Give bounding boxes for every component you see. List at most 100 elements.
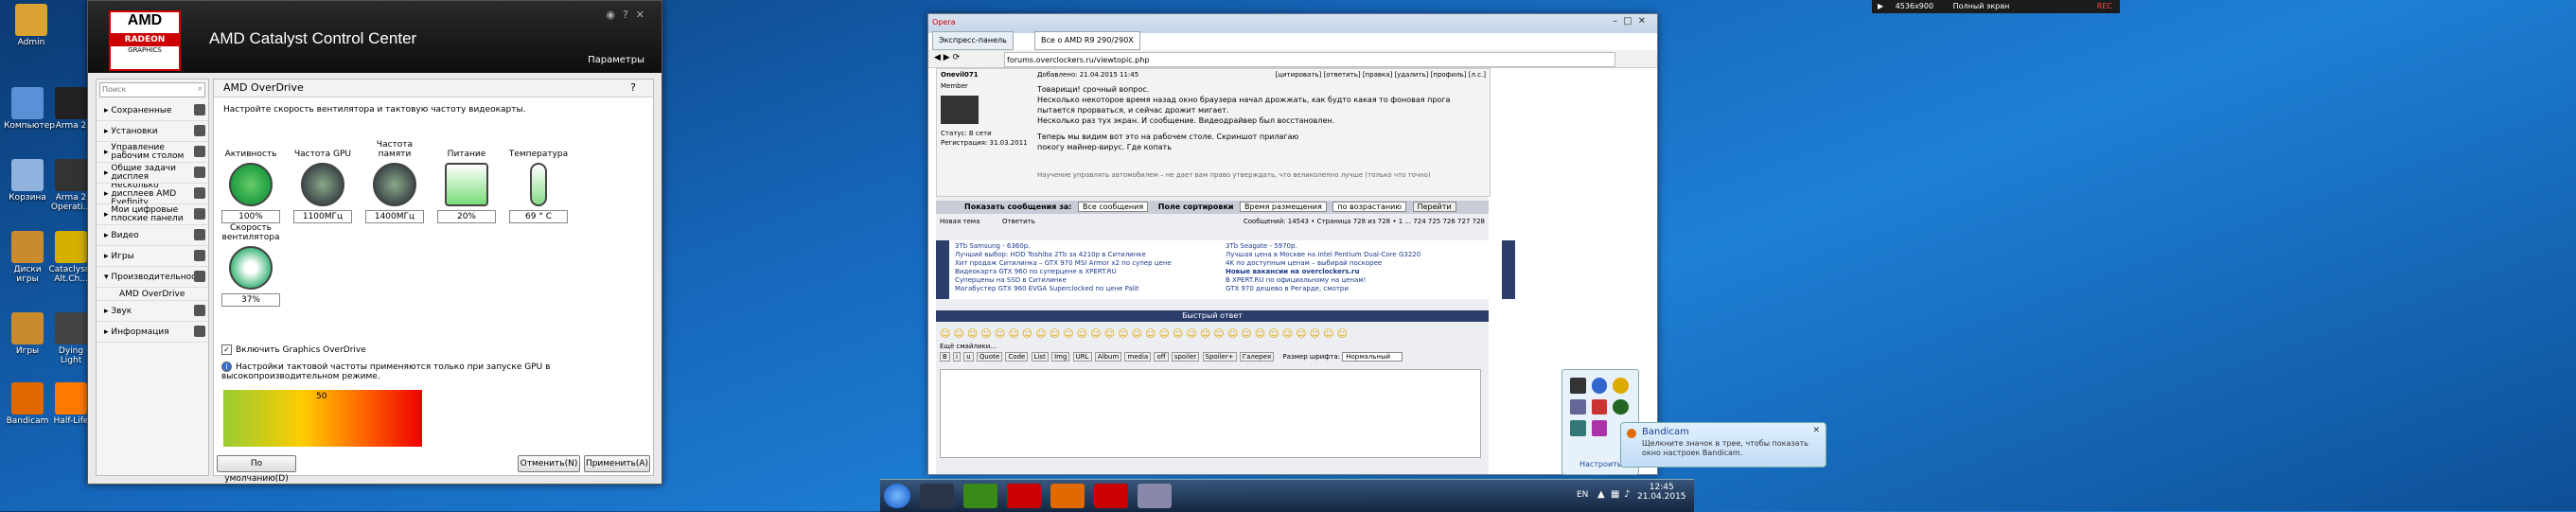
- url-input[interactable]: [1004, 52, 1615, 67]
- spoiler-button[interactable]: spoiler: [1171, 352, 1200, 362]
- desktop-icon-admin[interactable]: Admin: [8, 4, 55, 47]
- rec-button[interactable]: REC: [2097, 0, 2112, 13]
- nav-display-tasks[interactable]: ▸ Общие задачи дисплея: [97, 163, 208, 184]
- album-button[interactable]: Album: [1094, 352, 1122, 362]
- default-button[interactable]: По умолчанию(D): [217, 455, 296, 484]
- tray-app-icon[interactable]: [1591, 420, 1608, 436]
- nav-games[interactable]: ▸ Игры: [97, 246, 208, 267]
- bandicam-icon: [1627, 429, 1636, 438]
- ad-link[interactable]: Видеокарта GTX 960 по суперцене в XPERT.…: [955, 268, 1172, 276]
- apply-button[interactable]: Применить(A): [584, 455, 650, 472]
- nav-info[interactable]: ▸ Информация: [97, 322, 208, 343]
- gallery-button[interactable]: Галерея: [1239, 352, 1275, 362]
- post-author[interactable]: Onevil071: [941, 71, 979, 79]
- ad-link[interactable]: Лучшая цена в Москве на Intel Pentium Du…: [1226, 251, 1420, 259]
- taskbar-amd-icon[interactable]: [1138, 484, 1172, 508]
- off-button[interactable]: off: [1154, 352, 1169, 362]
- ad-link[interactable]: Магабустер GTX 960 EVGA Superclocked по …: [955, 285, 1172, 293]
- more-smileys-link[interactable]: Ещё смайлики...: [940, 343, 997, 350]
- tray-app-icon[interactable]: [1570, 420, 1586, 436]
- search-icon[interactable]: ⌕: [198, 84, 203, 94]
- cancel-button[interactable]: Отменить(N): [518, 455, 580, 472]
- tray-app-icon[interactable]: [1613, 378, 1629, 394]
- nav-saved[interactable]: ▸ Сохраненные: [97, 100, 208, 121]
- url-button[interactable]: URL: [1072, 352, 1092, 362]
- close-icon[interactable]: ✕: [1812, 426, 1820, 435]
- nav-flat-panels[interactable]: ▸ Мои цифровые плоские панели: [97, 204, 208, 225]
- ad-link[interactable]: Суперцены на SSD в Ситилинке: [955, 276, 1172, 285]
- bandicam-bar[interactable]: ▶ 4536x900 Полный экран REC: [1872, 0, 2120, 13]
- tray-app-icon[interactable]: [1570, 398, 1586, 415]
- img-button[interactable]: Img: [1051, 352, 1070, 362]
- reply-link[interactable]: Ответить: [1002, 218, 1035, 225]
- search-input[interactable]: [100, 83, 180, 95]
- nav-desktop-mgmt[interactable]: ▸ Управление рабочим столом: [97, 142, 208, 163]
- tab-amd-forum[interactable]: Все о AMD R9 290/290X: [1034, 31, 1140, 50]
- order-select[interactable]: по возрастанию: [1332, 202, 1407, 212]
- desktop-icon-disks[interactable]: Диски игры: [4, 231, 51, 284]
- period-select[interactable]: Все сообщения: [1077, 202, 1149, 212]
- address-bar: ◀ ▶ ⟳: [928, 50, 1657, 68]
- ad-link[interactable]: Хит продаж Ситилинка – GTX 970 MSI Armor…: [955, 259, 1172, 268]
- desktop-icon-computer[interactable]: Компьютер: [4, 87, 55, 131]
- bold-button[interactable]: B: [940, 352, 950, 362]
- nav-video[interactable]: ▸ Видео: [97, 225, 208, 246]
- window-controls[interactable]: –□✕: [1613, 16, 1651, 26]
- sort-select[interactable]: Время размещения: [1240, 202, 1327, 212]
- tray-app-icon[interactable]: [1591, 398, 1608, 415]
- taskbar-opera2-icon[interactable]: [1094, 484, 1128, 508]
- bandicam-notification[interactable]: Bandicam Щелкните значок в трее, чтобы п…: [1620, 422, 1826, 468]
- tab-speed-dial[interactable]: Экспресс-панель: [932, 31, 1014, 50]
- params-button[interactable]: Параметры: [588, 55, 644, 65]
- opera-menu-button[interactable]: Opera: [932, 18, 956, 26]
- tray-app-icon[interactable]: [1570, 378, 1586, 394]
- start-button[interactable]: [884, 484, 910, 508]
- help-icon[interactable]: ?: [630, 79, 636, 97]
- enable-overdrive-checkbox[interactable]: ✓ Включить Graphics OverDrive: [221, 344, 366, 355]
- nav-overdrive[interactable]: AMD OverDrive: [97, 288, 208, 301]
- tray-app-icon[interactable]: [1613, 398, 1629, 415]
- ad-link[interactable]: В XPERT.RU по официальному на ценам!: [1226, 276, 1420, 285]
- post-actions[interactable]: [цитировать] [ответить] [правка] [удалит…: [1276, 71, 1486, 79]
- font-size-select[interactable]: Нормальный: [1342, 352, 1403, 362]
- nav-settings[interactable]: ▸ Установки: [97, 121, 208, 142]
- desktop-icon-recycle[interactable]: Корзина: [4, 159, 51, 203]
- tray-app-icon[interactable]: [1591, 378, 1608, 394]
- go-button[interactable]: Перейти: [1412, 202, 1456, 212]
- window-controls[interactable]: ◉?✕: [606, 9, 652, 21]
- new-topic-link[interactable]: Новая тема: [940, 218, 979, 225]
- volume-icon[interactable]: ♪: [1624, 489, 1630, 500]
- quote-button[interactable]: Quote: [976, 352, 1003, 362]
- desktop-icon-games[interactable]: Игры: [4, 312, 51, 356]
- game-icon: [55, 231, 87, 263]
- taskbar-steam-icon[interactable]: [920, 484, 954, 508]
- italic-button[interactable]: i: [953, 352, 961, 362]
- taskbar-utorrent-icon[interactable]: [963, 484, 997, 508]
- desktop-icon-bandicam[interactable]: Bandicam: [4, 382, 51, 426]
- spoiler-plus-button[interactable]: Spoiler+: [1202, 352, 1237, 362]
- code-button[interactable]: Code: [1005, 352, 1029, 362]
- media-button[interactable]: media: [1124, 352, 1152, 362]
- network-icon[interactable]: ▦: [1611, 489, 1619, 500]
- reply-textarea[interactable]: [940, 369, 1481, 458]
- taskbar-opera-icon[interactable]: [1007, 484, 1041, 508]
- language-indicator[interactable]: EN: [1577, 490, 1588, 500]
- nav-performance[interactable]: ▾ Производительность: [97, 267, 208, 288]
- clock[interactable]: 12:45 21.04.2015: [1637, 483, 1686, 502]
- back-icon[interactable]: ◀ ▶ ⟳: [934, 53, 960, 62]
- ad-link[interactable]: GTX 970 дешево в Регарде, смотри: [1226, 285, 1420, 293]
- ad-link[interactable]: Лучший выбор: HDD Toshiba 2Tb за 4210р в…: [955, 251, 1172, 259]
- ad-link[interactable]: 4K по доступным ценам – выбирай поскорее: [1226, 259, 1420, 268]
- underline-button[interactable]: u: [963, 352, 974, 362]
- speaker-icon: [194, 305, 205, 316]
- nav-sound[interactable]: ▸ Звук: [97, 301, 208, 322]
- post-body: Товарищи! срочный вопрос. Несколько неко…: [1037, 85, 1451, 151]
- ad-link[interactable]: 3Tb Seagate - 5970р.: [1226, 242, 1420, 251]
- pagination[interactable]: Сообщений: 14543 • Страница 728 из 728 •…: [1244, 218, 1485, 225]
- ad-link[interactable]: 3Tb Samsung - 6360р.: [955, 242, 1172, 251]
- nav-eyefinity[interactable]: ▸ Несколько дисплеев AMD Eyefinity: [97, 184, 208, 204]
- list-button[interactable]: List: [1031, 352, 1049, 362]
- ad-link[interactable]: Новые вакансии на overclockers.ru: [1226, 268, 1420, 276]
- taskbar-bandicam-icon[interactable]: [1050, 484, 1085, 508]
- tray-chevron-icon[interactable]: ▲: [1597, 489, 1605, 500]
